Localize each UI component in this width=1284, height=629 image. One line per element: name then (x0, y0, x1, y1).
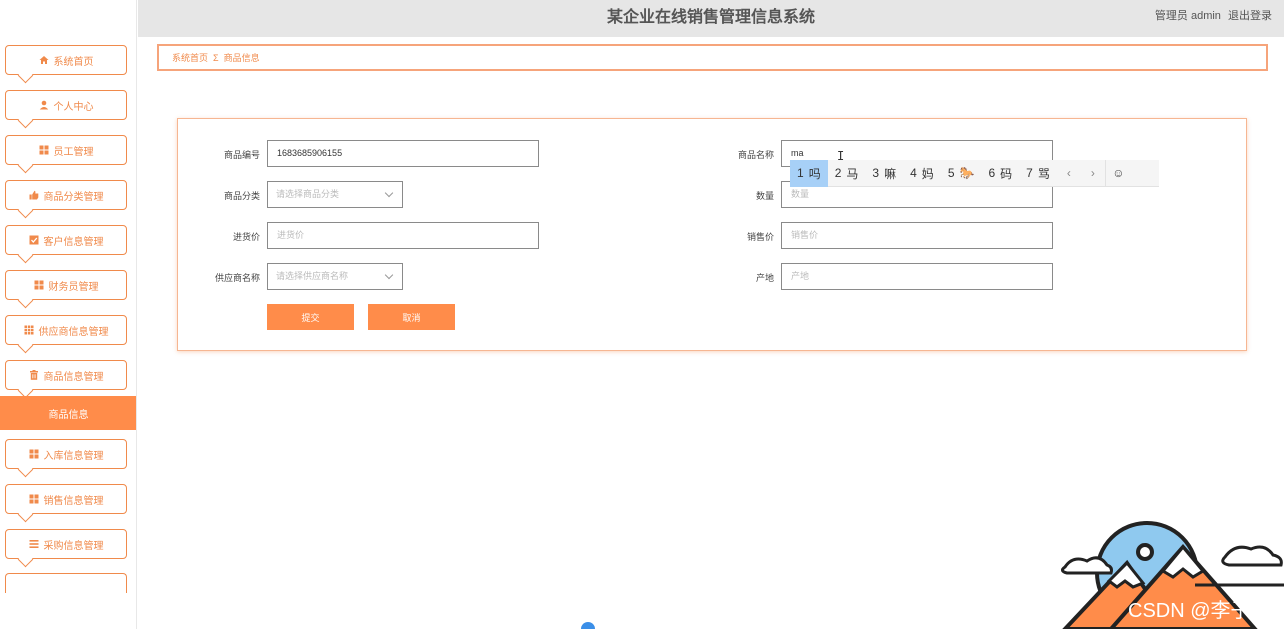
origin-input[interactable]: 产地 (781, 263, 1053, 290)
quantity-label: 数量 (755, 191, 774, 201)
sidebar-item-label: 客户信息管理 (43, 236, 104, 248)
ime-candidate[interactable]: 4妈 (903, 160, 941, 187)
check-square-icon (29, 235, 39, 245)
sidebar-item-product-info[interactable]: 商品信息 (0, 396, 136, 430)
ime-candidate[interactable]: 3嘛 (865, 160, 903, 187)
breadcrumb-separator: Σ (213, 52, 219, 63)
page-title: 某企业在线销售管理信息系统 (606, 9, 815, 26)
product-code-label: 商品编号 (223, 150, 260, 160)
sidebar: 系统首页 个人中心 员工管理 商品分类管理 客户信息管理 财务员管理 供应商信息… (0, 0, 137, 629)
category-select[interactable]: 请选择商品分类 (267, 181, 403, 208)
sidebar-item-label: 供应商信息管理 (38, 326, 109, 338)
scroll-indicator[interactable] (581, 622, 595, 629)
sidebar-item-label: 员工管理 (53, 146, 94, 158)
sidebar-item-label: 入库信息管理 (43, 450, 104, 462)
ime-candidate[interactable]: 6码 (981, 160, 1019, 187)
user-area: 管理员 admin 退出登录 (1151, 0, 1272, 33)
home-icon (39, 55, 49, 65)
supplier-label: 供应商名称 (214, 273, 260, 283)
sidebar-item-label: 系统首页 (53, 56, 94, 68)
sidebar-item-home[interactable]: 系统首页 (5, 45, 127, 75)
list-icon (29, 539, 39, 549)
grid-icon (34, 280, 44, 290)
watermark: CSDN @李子c (1128, 600, 1261, 622)
cancel-button[interactable]: 取消 (368, 304, 455, 330)
logout-link[interactable]: 退出登录 (1228, 10, 1272, 22)
category-label: 商品分类 (223, 191, 260, 201)
sidebar-item-partial[interactable] (5, 573, 127, 593)
sidebar-item-finance[interactable]: 财务员管理 (5, 270, 127, 300)
purchase-price-label: 进货价 (232, 232, 260, 242)
sidebar-item-staff[interactable]: 员工管理 (5, 135, 127, 165)
sidebar-item-profile[interactable]: 个人中心 (5, 90, 127, 120)
chevron-down-icon (384, 188, 394, 198)
sidebar-item-label: 商品信息管理 (43, 371, 104, 383)
sidebar-item-category[interactable]: 商品分类管理 (5, 180, 127, 210)
person-icon (39, 100, 49, 110)
sidebar-active-label: 商品信息 (48, 409, 89, 421)
purchase-price-input[interactable]: 进货价 (267, 222, 539, 249)
ime-candidate[interactable]: 7骂 (1019, 160, 1057, 187)
grid-icon (29, 449, 39, 459)
ime-candidate[interactable]: 2马 (828, 160, 866, 187)
grid-icon (29, 494, 39, 504)
sidebar-item-sales[interactable]: 销售信息管理 (5, 484, 127, 514)
ime-next-icon[interactable]: › (1081, 160, 1105, 187)
supplier-select[interactable]: 请选择供应商名称 (267, 263, 403, 290)
app-root: 系统首页 个人中心 员工管理 商品分类管理 客户信息管理 财务员管理 供应商信息… (0, 0, 1284, 629)
sidebar-item-product-mgmt[interactable]: 商品信息管理 (5, 360, 127, 390)
product-name-label: 商品名称 (737, 150, 774, 160)
sale-price-input[interactable]: 销售价 (781, 222, 1053, 249)
table-icon (24, 325, 34, 335)
sidebar-item-label: 采购信息管理 (43, 540, 104, 552)
submit-button[interactable]: 提交 (267, 304, 354, 330)
top-header: 某企业在线销售管理信息系统 管理员 admin 退出登录 (138, 0, 1284, 37)
category-placeholder: 请选择商品分类 (276, 189, 340, 199)
ime-prev-icon[interactable]: ‹ (1057, 160, 1081, 187)
sidebar-item-supplier[interactable]: 供应商信息管理 (5, 315, 127, 345)
chevron-down-icon (384, 270, 394, 280)
sidebar-item-label: 商品分类管理 (43, 191, 104, 203)
sidebar-item-label: 销售信息管理 (43, 495, 104, 507)
trash-icon (29, 370, 39, 380)
user-role: 管理员 admin (1154, 10, 1221, 22)
product-code-input[interactable]: 1683685906155 (267, 140, 539, 167)
sidebar-item-customer[interactable]: 客户信息管理 (5, 225, 127, 255)
sidebar-item-label: 个人中心 (53, 101, 94, 113)
ime-candidate[interactable]: 1吗 (790, 159, 828, 187)
sidebar-item-stock-in[interactable]: 入库信息管理 (5, 439, 127, 469)
breadcrumb: 系统首页 Σ 商品信息 (157, 44, 1268, 71)
ime-candidate-bar: 1吗 2马 3嘛 4妈 5 🐎 6码 7骂 ‹ › ☺ (790, 159, 1159, 187)
origin-label: 产地 (755, 273, 774, 283)
breadcrumb-home[interactable]: 系统首页 (172, 51, 208, 64)
ime-emoji-icon[interactable]: ☺ (1104, 159, 1131, 187)
ime-candidate[interactable]: 5 🐎 (941, 160, 982, 187)
thumb-icon (29, 190, 39, 200)
sidebar-item-label: 财务员管理 (48, 281, 99, 293)
sidebar-item-purchase[interactable]: 采购信息管理 (5, 529, 127, 559)
sale-price-label: 销售价 (746, 232, 774, 242)
product-form-panel: 商品编号 1683685906155 商品名称 ma 商品分类 请选择商品分类 … (177, 118, 1247, 351)
supplier-placeholder: 请选择供应商名称 (276, 271, 349, 281)
grid-icon (39, 145, 49, 155)
breadcrumb-current: 商品信息 (223, 53, 260, 63)
